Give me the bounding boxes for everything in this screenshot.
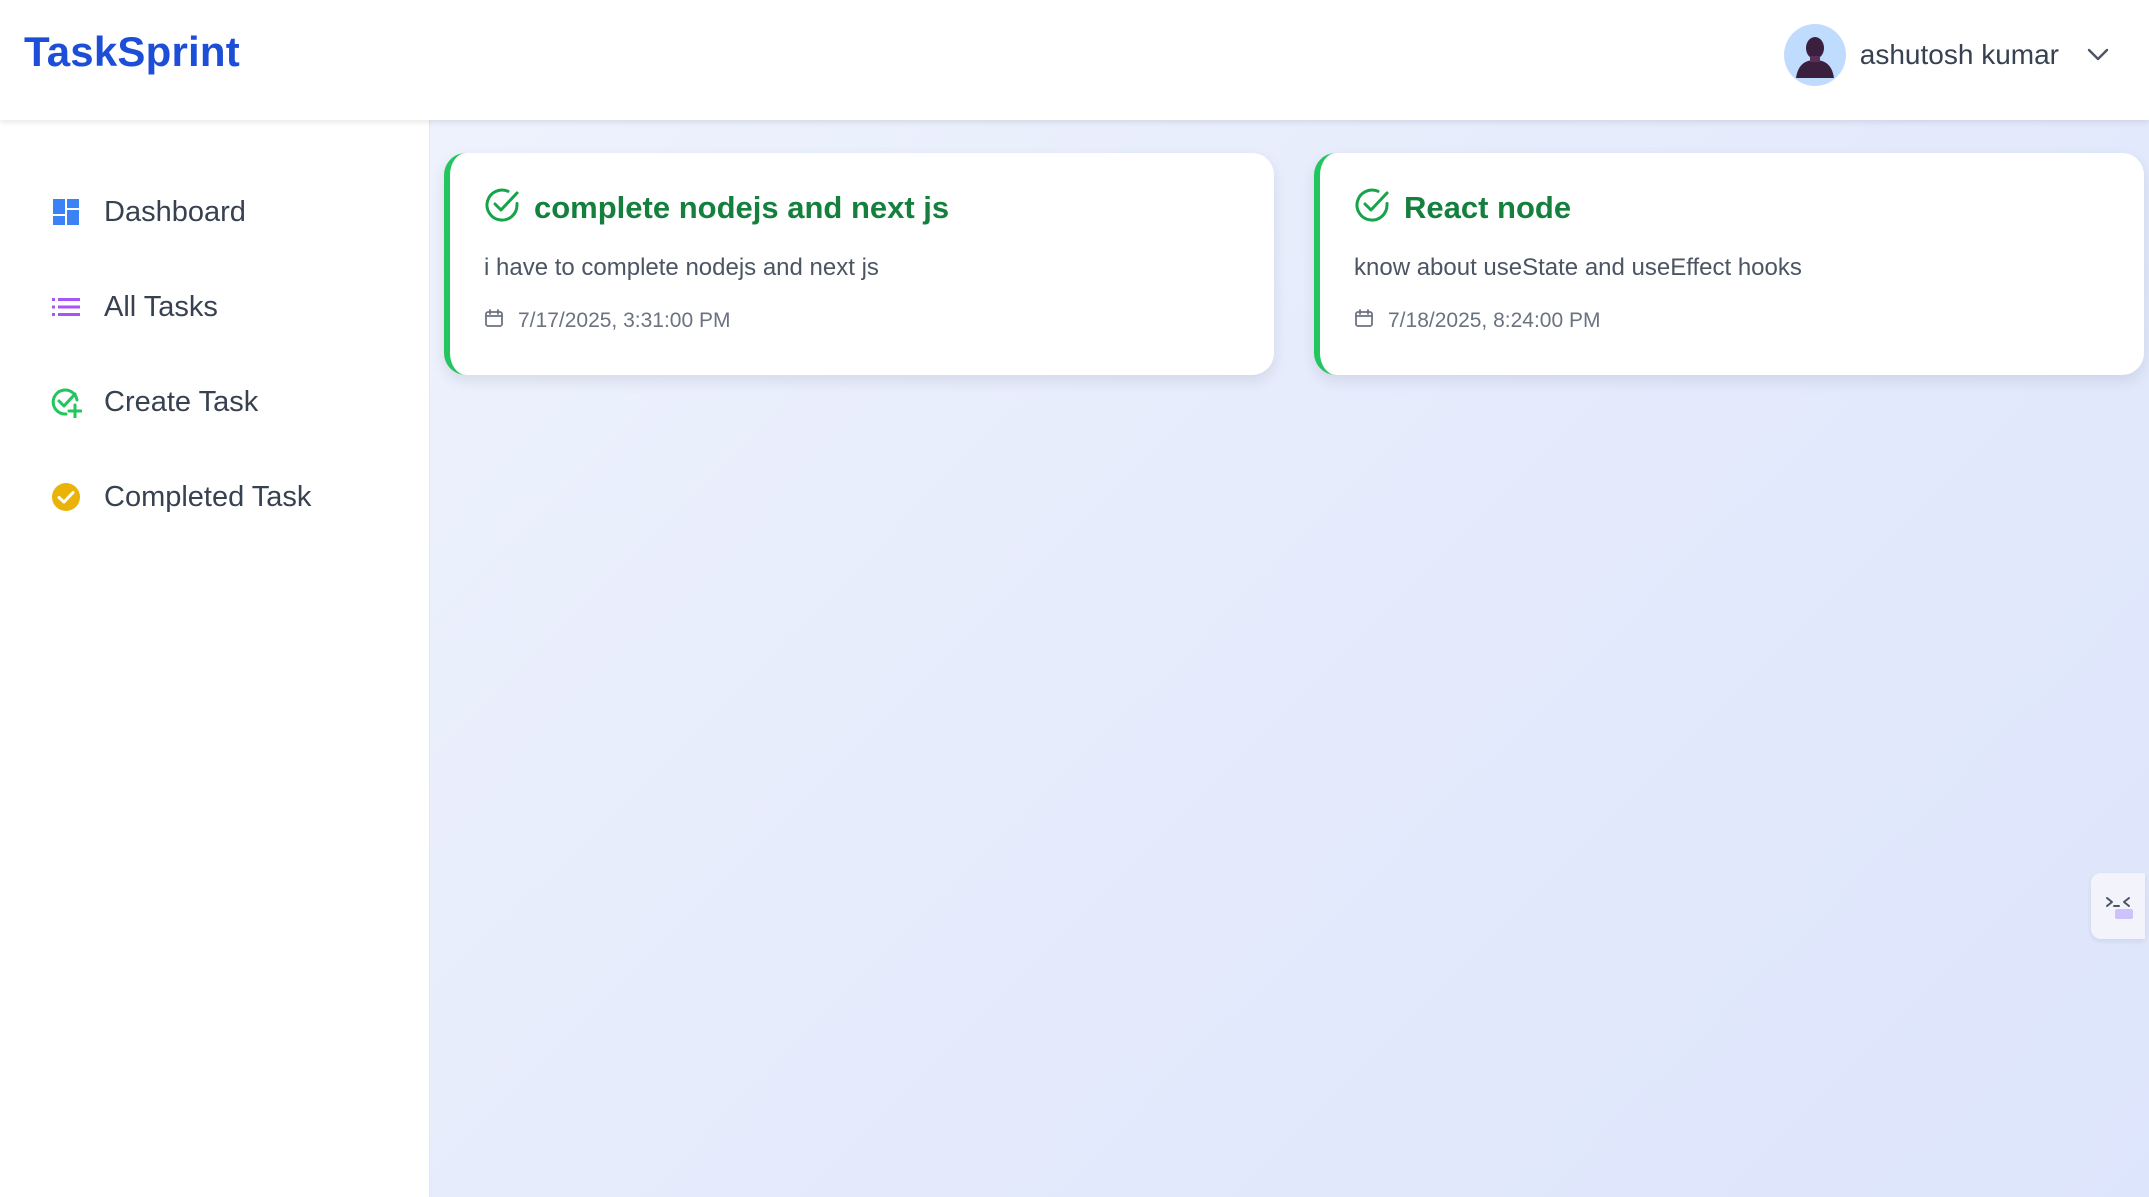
sidebar-item-all-tasks[interactable]: All Tasks	[0, 275, 429, 339]
task-card[interactable]: React node know about useState and useEf…	[1314, 153, 2144, 375]
check-circle-icon	[484, 187, 520, 228]
chevron-down-icon[interactable]	[2083, 40, 2113, 70]
calendar-icon	[484, 308, 504, 333]
task-description: know about useState and useEffect hooks	[1354, 254, 1802, 281]
sidebar-item-label: All Tasks	[104, 290, 218, 323]
chevrons-icon	[2101, 887, 2135, 926]
task-title-row: React node	[1354, 187, 2144, 228]
task-card[interactable]: complete nodejs and next js i have to co…	[444, 153, 1274, 375]
sidebar-item-completed-task[interactable]: Completed Task	[0, 465, 429, 529]
task-date: 7/17/2025, 3:31:00 PM	[518, 308, 731, 332]
main-content: complete nodejs and next js i have to co…	[430, 120, 2149, 1197]
task-title: React node	[1404, 189, 1572, 225]
list-icon	[50, 291, 82, 323]
top-header: TaskSprint ashutosh kumar	[0, 0, 2149, 120]
sidebar: Dashboard All Tasks Create Task Complete…	[0, 120, 430, 1197]
dashboard-icon	[50, 196, 82, 228]
sidebar-item-label: Completed Task	[104, 480, 312, 513]
sidebar-item-dashboard[interactable]: Dashboard	[0, 180, 429, 244]
task-date-row: 7/17/2025, 3:31:00 PM	[484, 308, 1274, 333]
task-title-row: complete nodejs and next js	[484, 187, 1274, 228]
user-name[interactable]: ashutosh kumar	[1860, 39, 2059, 71]
avatar-person-icon	[1795, 37, 1834, 78]
brand-logo[interactable]: TaskSprint	[24, 28, 240, 76]
sidebar-item-label: Create Task	[104, 385, 259, 418]
task-date-row: 7/18/2025, 8:24:00 PM	[1354, 308, 2144, 333]
user-menu[interactable]: ashutosh kumar	[1783, 24, 2113, 86]
check-circle-filled-icon	[50, 481, 82, 513]
calendar-icon	[1354, 308, 1374, 333]
check-circle-icon	[1354, 187, 1390, 228]
floating-devtools-button[interactable]	[2091, 873, 2145, 939]
task-description: i have to complete nodejs and next js	[484, 254, 879, 281]
sidebar-item-create-task[interactable]: Create Task	[0, 370, 429, 434]
sidebar-item-label: Dashboard	[104, 195, 246, 228]
task-title: complete nodejs and next js	[534, 189, 950, 225]
avatar[interactable]	[1783, 24, 1846, 86]
check-plus-icon	[50, 386, 82, 418]
task-date: 7/18/2025, 8:24:00 PM	[1388, 308, 1601, 332]
